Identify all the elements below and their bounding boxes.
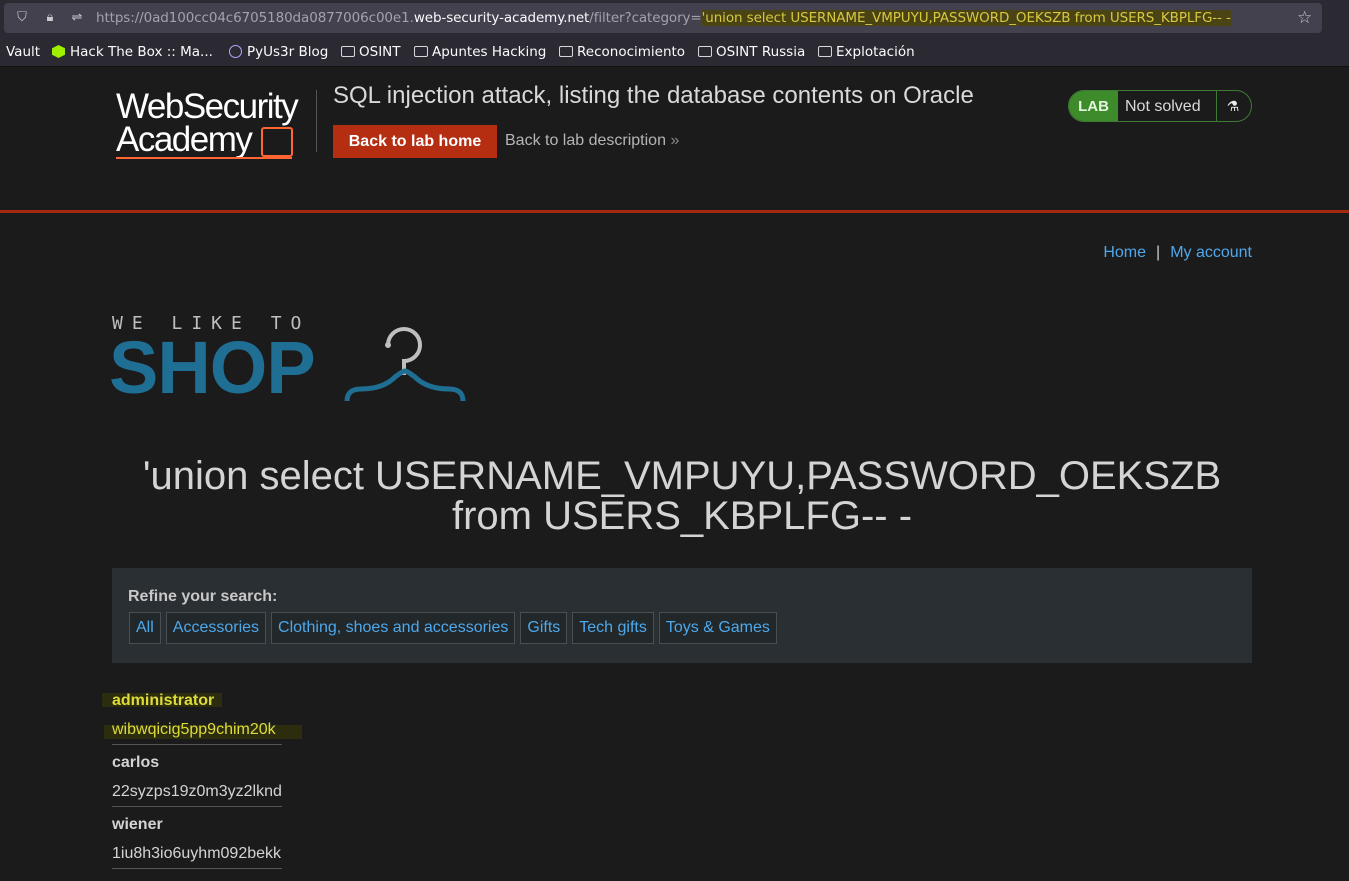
bookmark-osint[interactable]: OSINT	[341, 44, 401, 60]
web-security-academy-logo[interactable]: WebSecurity Academy	[116, 89, 316, 161]
filter-all[interactable]: All	[129, 612, 161, 644]
shop-logo: WE LIKE TO SHOP	[109, 313, 466, 408]
table-row-password: 22syzps19z0m3yz2lknd	[112, 776, 282, 807]
back-to-lab-home-button[interactable]: Back to lab home	[333, 125, 497, 158]
bookmark-explotacion[interactable]: Explotación	[818, 44, 915, 60]
flask-icon[interactable]: ⚗	[1224, 96, 1242, 116]
lab-status-text: Not solved	[1125, 98, 1201, 115]
table-row-password: 1iu8h3io6uyhm092bekk	[112, 838, 282, 869]
my-account-link[interactable]: My account	[1170, 244, 1252, 261]
bookmark-hackthebox[interactable]: Hack The Box :: Ma...	[52, 44, 213, 60]
page-heading: 'union select USERNAME_VMPUYU,PASSWORD_O…	[142, 454, 1222, 538]
logo-bolt-icon	[261, 127, 293, 157]
lab-header: WebSecurity Academy SQL injection attack…	[0, 67, 1349, 213]
table-row-username: administrator	[112, 692, 215, 709]
lock-icon[interactable]: 🔒︎	[43, 10, 57, 24]
bookmarks-bar: Vault Hack The Box :: Ma... PyUs3r Blog …	[0, 37, 1349, 67]
refine-search-panel: Refine your search: All Accessories Clot…	[112, 568, 1252, 663]
bookmark-star-icon[interactable]: ☆	[1297, 8, 1312, 28]
category-filters: All Accessories Clothing, shoes and acce…	[129, 612, 782, 644]
lab-status-widget: LAB Not solved ⚗	[1068, 90, 1252, 122]
filter-gifts[interactable]: Gifts	[520, 612, 568, 644]
filter-toys-games[interactable]: Toys & Games	[658, 612, 777, 644]
lab-tag: LAB	[1069, 91, 1118, 121]
lab-title: SQL injection attack, listing the databa…	[333, 82, 974, 109]
top-nav: Home | My account	[1103, 244, 1252, 261]
globe-icon	[229, 45, 242, 58]
folder-icon	[341, 46, 355, 57]
double-chevron-right-icon: »	[670, 132, 680, 149]
folder-icon	[559, 46, 573, 57]
browser-toolbar: ⛉ 🔒︎ ⇌ https://0ad100cc04c6705180da08770…	[0, 0, 1349, 37]
permissions-icon[interactable]: ⇌	[70, 10, 84, 24]
back-to-lab-description-link[interactable]: Back to lab description »	[505, 132, 679, 150]
folder-icon	[818, 46, 832, 57]
folder-icon	[698, 46, 712, 57]
bookmark-osint-russia[interactable]: OSINT Russia	[698, 44, 805, 60]
bookmark-pyus3r-blog[interactable]: PyUs3r Blog	[229, 44, 328, 60]
url-text[interactable]: https://0ad100cc04c6705180da0877006c00e1…	[96, 10, 1231, 26]
table-row-password: wibwqicig5pp9chim20k	[112, 714, 282, 745]
home-link[interactable]: Home	[1103, 244, 1146, 261]
bookmark-reconocimiento[interactable]: Reconocimiento	[559, 44, 685, 60]
table-row-username: wiener	[112, 816, 163, 833]
hanger-icon	[344, 327, 466, 402]
bookmark-apuntes-hacking[interactable]: Apuntes Hacking	[414, 44, 546, 60]
filter-accessories[interactable]: Accessories	[165, 612, 267, 644]
filter-clothing[interactable]: Clothing, shoes and accessories	[271, 612, 516, 644]
hackthebox-icon	[52, 45, 65, 58]
bookmark-vault[interactable]: Vault	[6, 44, 40, 60]
shield-icon[interactable]: ⛉	[15, 10, 29, 24]
filter-tech-gifts[interactable]: Tech gifts	[572, 612, 654, 644]
table-row-username: carlos	[112, 754, 160, 771]
folder-icon	[414, 46, 428, 57]
results-table: administrator wibwqicig5pp9chim20k carlo…	[112, 683, 282, 869]
refine-label: Refine your search:	[128, 588, 278, 605]
